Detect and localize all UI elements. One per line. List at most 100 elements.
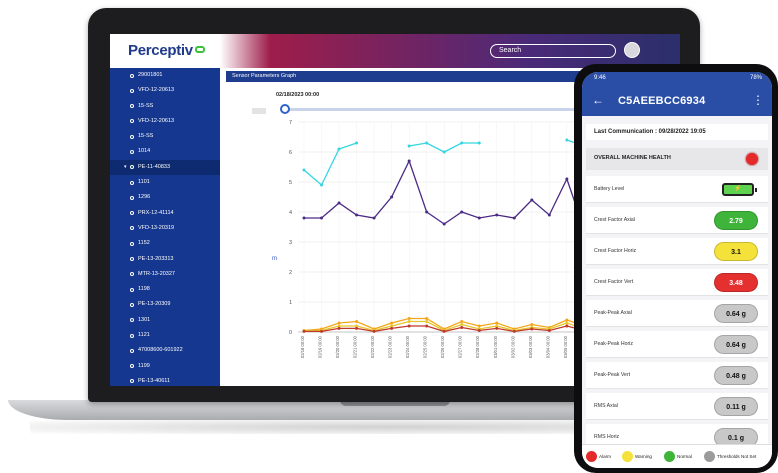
metric-label: Peak-Peak Vert	[594, 372, 631, 378]
more-vert-icon[interactable]: ⋮	[752, 93, 764, 107]
overall-health-row[interactable]: OVERALL MACHINE HEALTH	[586, 148, 768, 170]
metric-value-badge: 0.48 g	[714, 366, 758, 385]
status-time: 9:46	[594, 75, 606, 81]
data-point	[320, 216, 324, 220]
sidebar-item[interactable]: VFD-12-20613	[110, 83, 220, 98]
sidebar-item[interactable]: 15-SS	[110, 99, 220, 114]
sidebar-item[interactable]: 47008600-601922	[110, 343, 220, 358]
sensor-icon	[130, 241, 134, 246]
sidebar-item-label: 1296	[138, 194, 151, 201]
y-tick-label: 7	[289, 120, 292, 126]
logo[interactable]: Perceptiv	[128, 42, 205, 59]
metric-row[interactable]: Peak-Peak Vert 0.48 g	[586, 362, 768, 389]
back-arrow-icon[interactable]: ←	[592, 93, 604, 107]
sidebar-item[interactable]: 1296	[110, 190, 220, 205]
sidebar-item-label: VFD-12-20613	[138, 87, 175, 94]
sidebar-item-label: 1198	[138, 286, 150, 293]
sidebar-item[interactable]: 1101	[110, 175, 220, 190]
x-tick-label: 02/28 00:00	[475, 335, 480, 358]
date-label: 02/18/2023 00:00	[276, 92, 320, 98]
data-point	[407, 320, 411, 323]
sidebar-item-label: 47008600-601922	[138, 347, 183, 354]
metric-row[interactable]: Crest Factor Horiz 3.1	[586, 238, 768, 265]
sidebar-item-label: 1121	[138, 332, 150, 339]
sensor-icon	[130, 195, 134, 200]
sidebar-item-label: 1152	[138, 240, 150, 247]
data-point	[407, 159, 411, 163]
sidebar-item[interactable]: PE-13-20309	[110, 297, 220, 312]
sensor-icon	[130, 257, 134, 262]
legend-swatch-icon	[586, 451, 597, 463]
sidebar-item[interactable]: 1121	[110, 328, 220, 343]
data-point	[372, 329, 376, 333]
sidebar-item-label: PE-11-40833	[138, 163, 171, 170]
graph-toggle-button[interactable]	[252, 108, 266, 114]
data-point	[442, 329, 446, 333]
sidebar-item[interactable]: VFD-13-20319	[110, 221, 220, 236]
data-point	[337, 147, 341, 151]
metric-row[interactable]: Peak-Peak Axial 0.64 g	[586, 300, 768, 327]
sidebar-item-label: PRX-12-41114	[138, 209, 174, 216]
data-point	[495, 213, 499, 217]
sensor-icon	[130, 149, 134, 154]
sensor-icon	[130, 119, 134, 124]
data-point	[530, 323, 534, 326]
x-tick-label: 03/01 00:00	[493, 335, 498, 358]
sidebar-item[interactable]: PRX-12-41114	[110, 206, 220, 221]
sidebar-item[interactable]: 1152	[110, 236, 220, 251]
metric-row[interactable]: Crest Factor Vert 3.48	[586, 269, 768, 296]
sidebar-item-label: PE-13-20309	[138, 301, 171, 308]
logo-mark-icon	[194, 46, 205, 53]
x-tick-label: 02/19 00:00	[318, 335, 323, 358]
data-point	[442, 222, 446, 226]
y-tick-label: 2	[289, 270, 292, 276]
x-tick-label: 02/27 00:00	[458, 335, 463, 358]
status-legend: Alarm Warning Normal Thresholds Not Set	[582, 444, 772, 468]
overall-health-label: OVERALL MACHINE HEALTH	[594, 155, 671, 161]
battery-row[interactable]: Battery Level ⚡	[586, 176, 768, 203]
data-point	[460, 141, 464, 145]
sidebar-item[interactable]: 1301	[110, 313, 220, 328]
x-tick-label: 02/20 00:00	[335, 335, 340, 358]
x-tick-label: 02/24 00:00	[405, 335, 410, 358]
data-point	[495, 321, 499, 325]
app-header: Perceptiv Search	[110, 34, 680, 68]
metric-row[interactable]: Peak-Peak Horiz 0.64 g	[586, 331, 768, 358]
sidebar-item[interactable]: 1014	[110, 144, 220, 159]
legend-label: Normal	[677, 454, 692, 459]
data-point	[530, 327, 534, 331]
sidebar-item[interactable]: PE-13-40611	[110, 374, 220, 386]
data-point	[442, 150, 446, 154]
sidebar-item[interactable]: VFD-12-20613	[110, 114, 220, 129]
status-bar: 9:46 78%	[582, 72, 772, 86]
legend-label: Alarm	[599, 454, 611, 459]
metric-row[interactable]: Crest Factor Axial 2.79	[586, 207, 768, 234]
data-point	[425, 210, 429, 214]
legend-item: Normal	[664, 451, 692, 463]
sensor-icon	[130, 104, 134, 109]
data-point	[565, 138, 569, 142]
sidebar-item[interactable]: MTR-13-20327	[110, 267, 220, 282]
sidebar-item[interactable]: 15-SS	[110, 129, 220, 144]
x-tick-label: 03/03 00:00	[528, 335, 533, 358]
data-point	[355, 320, 359, 323]
sidebar-item[interactable]: 29001801	[110, 68, 220, 83]
search-input[interactable]: Search	[490, 44, 616, 58]
sensor-icon	[130, 180, 134, 185]
avatar[interactable]	[624, 42, 640, 58]
metric-row[interactable]: RMS Axial 0.11 g	[586, 393, 768, 420]
sidebar-item[interactable]: ▾ PE-11-40833	[110, 159, 220, 176]
data-point	[425, 320, 429, 323]
data-point	[390, 321, 394, 325]
time-slider-handle[interactable]	[280, 104, 290, 114]
sidebar-item[interactable]: 1199	[110, 359, 220, 374]
sidebar-item-label: PE-13-40611	[138, 377, 171, 384]
data-point	[565, 177, 569, 181]
sidebar-item[interactable]: 1198	[110, 282, 220, 297]
data-point	[495, 326, 499, 330]
data-point	[302, 216, 306, 220]
metric-label: Peak-Peak Horiz	[594, 341, 633, 347]
sidebar-item-label: MTR-13-20327	[138, 270, 175, 277]
sensor-icon	[130, 364, 134, 369]
sidebar-item[interactable]: PE-13-203313	[110, 252, 220, 267]
